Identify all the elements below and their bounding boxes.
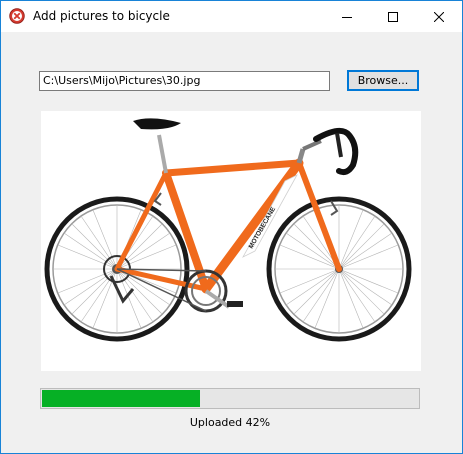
- title-bar[interactable]: Add pictures to bicycle: [1, 1, 462, 32]
- close-button[interactable]: [416, 1, 462, 32]
- minimize-button[interactable]: [324, 1, 370, 32]
- bicycle-picture: MOTOBECANE: [41, 111, 421, 371]
- maximize-icon: [388, 11, 398, 22]
- saddle: [133, 118, 181, 130]
- maximize-button[interactable]: [370, 1, 416, 32]
- upload-progress-fill: [42, 390, 200, 407]
- browse-button[interactable]: Browse...: [347, 70, 419, 91]
- app-window: Add pictures to bicycle Browse...: [0, 0, 463, 454]
- handlebar: [313, 127, 359, 176]
- window-title: Add pictures to bicycle: [33, 9, 170, 23]
- file-path-input[interactable]: [39, 71, 330, 91]
- close-icon: [434, 11, 444, 22]
- no-entry-icon: [9, 8, 25, 24]
- minimize-icon: [342, 16, 352, 18]
- upload-status-label: Uploaded 42%: [189, 416, 271, 429]
- bicycle-image: MOTOBECANE: [44, 118, 412, 342]
- upload-progress-bar: [40, 388, 420, 409]
- frame-decal: MOTOBECANE: [242, 174, 298, 258]
